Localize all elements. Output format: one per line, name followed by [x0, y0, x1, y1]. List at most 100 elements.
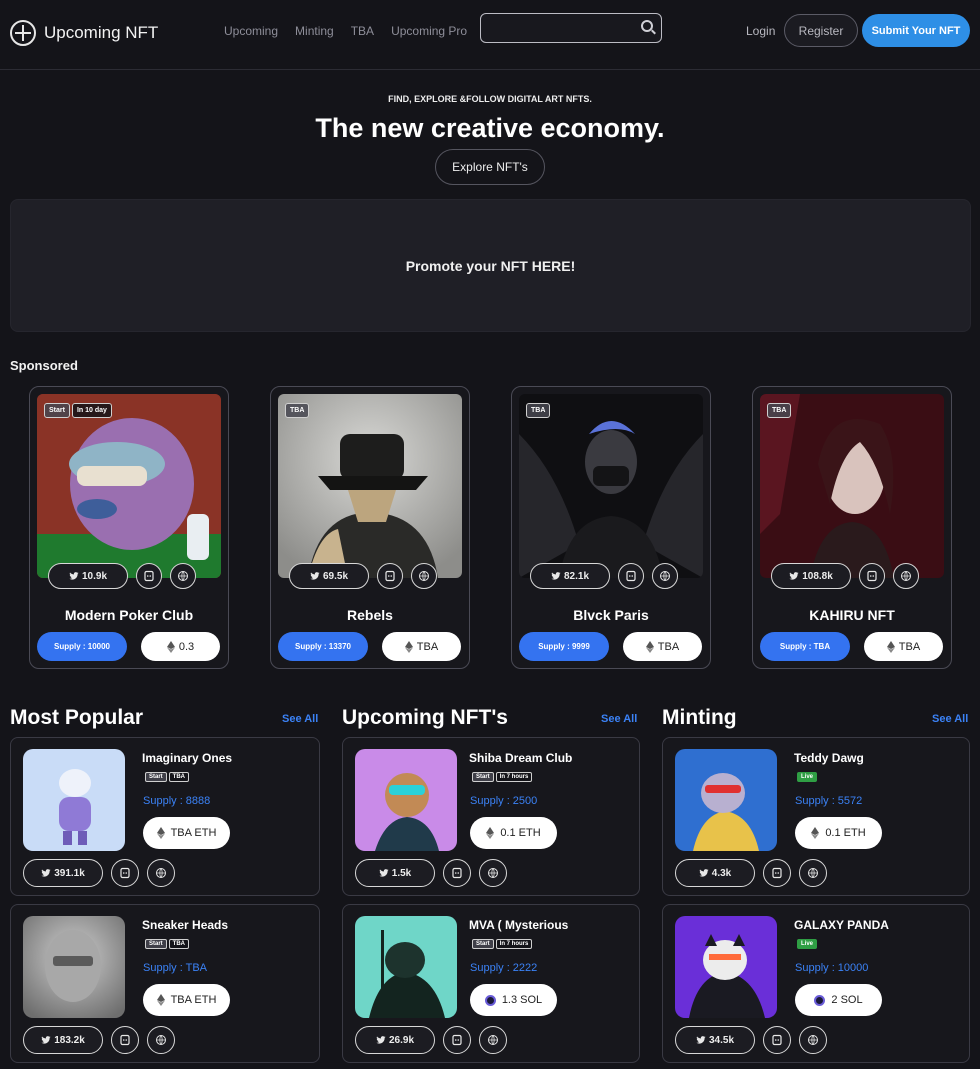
- sponsored-card[interactable]: TBA 69.5k Rebels Supply : 13370 TBA: [270, 386, 470, 669]
- status-badges: Start In 7 hours: [472, 939, 533, 949]
- website-button[interactable]: [147, 859, 175, 887]
- nav-minting[interactable]: Minting: [295, 24, 334, 38]
- see-all-link[interactable]: See All: [282, 713, 318, 725]
- list-card[interactable]: Shiba Dream Club Start In 7 hours Supply…: [342, 737, 640, 896]
- nft-name[interactable]: Shiba Dream Club: [469, 751, 572, 765]
- status-badges: Start TBA: [145, 772, 190, 782]
- nft-image[interactable]: [37, 394, 221, 578]
- discord-button[interactable]: [443, 1026, 471, 1054]
- globe-icon: [487, 867, 499, 879]
- supply-text: Supply : TBA: [143, 962, 207, 974]
- website-button[interactable]: [799, 1026, 827, 1054]
- sponsored-card[interactable]: TBA 82.1k Blvck Paris Supply : 9999 TBA: [511, 386, 711, 669]
- website-button[interactable]: [147, 1026, 175, 1054]
- nft-name[interactable]: Rebels: [271, 607, 469, 623]
- nft-image[interactable]: [675, 749, 777, 851]
- social-row: 69.5k: [289, 563, 437, 589]
- sponsored-card[interactable]: Start In 10 day 10.9k Modern Poker Club …: [29, 386, 229, 669]
- twitter-count: 108.8k: [802, 570, 833, 582]
- discord-icon: [771, 867, 783, 879]
- twitter-followers-button[interactable]: 26.9k: [355, 1026, 435, 1054]
- nft-name[interactable]: Blvck Paris: [512, 607, 710, 623]
- promo-text: Promote your NFT HERE!: [405, 257, 576, 274]
- nft-image[interactable]: [760, 394, 944, 578]
- brand-logo[interactable]: Upcoming NFT: [10, 20, 158, 46]
- nft-image[interactable]: [23, 749, 125, 851]
- nft-name[interactable]: GALAXY PANDA: [794, 918, 889, 932]
- submit-nft-button[interactable]: Submit Your NFT: [862, 14, 970, 47]
- search-input[interactable]: [481, 14, 631, 41]
- promo-banner[interactable]: Promote your NFT HERE!: [10, 199, 971, 332]
- nft-image[interactable]: [23, 916, 125, 1018]
- discord-button[interactable]: [136, 563, 162, 589]
- nft-image[interactable]: [355, 749, 457, 851]
- register-button[interactable]: Register: [784, 14, 858, 47]
- website-button[interactable]: [479, 859, 507, 887]
- status-badge: Start: [44, 403, 70, 418]
- twitter-followers-button[interactable]: 183.2k: [23, 1026, 103, 1054]
- section-title-minting: Minting: [662, 706, 737, 729]
- price-pill: 0.3: [141, 632, 220, 661]
- discord-button[interactable]: [377, 563, 403, 589]
- globe-icon: [155, 867, 167, 879]
- website-button[interactable]: [479, 1026, 507, 1054]
- nav-tba[interactable]: TBA: [351, 24, 374, 38]
- nft-name[interactable]: Modern Poker Club: [30, 607, 228, 623]
- explore-nfts-button[interactable]: Explore NFT's: [435, 149, 545, 185]
- discord-button[interactable]: [618, 563, 644, 589]
- twitter-followers-button[interactable]: 34.5k: [675, 1026, 755, 1054]
- status-badge: TBA: [168, 772, 190, 782]
- discord-button[interactable]: [111, 1026, 139, 1054]
- search-box: [480, 13, 662, 43]
- discord-button[interactable]: [111, 859, 139, 887]
- discord-button[interactable]: [443, 859, 471, 887]
- globe-icon: [418, 570, 430, 582]
- twitter-followers-button[interactable]: 1.5k: [355, 859, 435, 887]
- discord-button[interactable]: [763, 1026, 791, 1054]
- nft-name[interactable]: Sneaker Heads: [142, 918, 228, 932]
- nft-image[interactable]: [355, 916, 457, 1018]
- status-badge: Start: [472, 939, 494, 949]
- twitter-followers-button[interactable]: 10.9k: [48, 563, 128, 589]
- list-card[interactable]: Sneaker Heads Start TBA Supply : TBA TBA…: [10, 904, 320, 1063]
- list-card[interactable]: GALAXY PANDA Live Supply : 10000 2 SOL 3…: [662, 904, 970, 1063]
- twitter-followers-button[interactable]: 391.1k: [23, 859, 103, 887]
- twitter-icon: [41, 1035, 51, 1045]
- twitter-count: 26.9k: [388, 1034, 415, 1046]
- discord-button[interactable]: [763, 859, 791, 887]
- search-icon[interactable]: [641, 20, 653, 32]
- twitter-followers-button[interactable]: 82.1k: [530, 563, 610, 589]
- website-button[interactable]: [799, 859, 827, 887]
- twitter-followers-button[interactable]: 4.3k: [675, 859, 755, 887]
- website-button[interactable]: [893, 563, 919, 589]
- nft-image[interactable]: [278, 394, 462, 578]
- status-badges: TBA: [526, 403, 551, 418]
- nft-name[interactable]: KAHIRU NFT: [753, 607, 951, 623]
- nft-image[interactable]: [519, 394, 703, 578]
- twitter-followers-button[interactable]: 69.5k: [289, 563, 369, 589]
- social-row: 391.1k: [23, 859, 175, 887]
- discord-button[interactable]: [859, 563, 885, 589]
- nav-upcoming-pro[interactable]: Upcoming Pro: [391, 24, 467, 38]
- website-button[interactable]: [411, 563, 437, 589]
- list-card[interactable]: Teddy Dawg Live Supply : 5572 0.1 ETH 4.…: [662, 737, 970, 896]
- twitter-followers-button[interactable]: 108.8k: [771, 563, 851, 589]
- website-button[interactable]: [170, 563, 196, 589]
- see-all-link[interactable]: See All: [932, 713, 968, 725]
- nft-image[interactable]: [675, 916, 777, 1018]
- nft-name[interactable]: Teddy Dawg: [794, 751, 864, 765]
- list-card[interactable]: MVA ( Mysterious Start In 7 hours Supply…: [342, 904, 640, 1063]
- nft-name[interactable]: Imaginary Ones: [142, 751, 232, 765]
- nft-name[interactable]: MVA ( Mysterious: [469, 918, 568, 932]
- login-link[interactable]: Login: [746, 24, 775, 38]
- twitter-icon: [41, 868, 51, 878]
- see-all-link[interactable]: See All: [601, 713, 637, 725]
- price-value: 0.1 ETH: [825, 827, 866, 839]
- nav-upcoming[interactable]: Upcoming: [224, 24, 278, 38]
- list-card[interactable]: Imaginary Ones Start TBA Supply : 8888 T…: [10, 737, 320, 896]
- sponsored-card[interactable]: TBA 108.8k KAHIRU NFT Supply : TBA TBA: [752, 386, 952, 669]
- hero-title: The new creative economy.: [315, 113, 665, 143]
- logo-icon: [10, 20, 36, 46]
- website-button[interactable]: [652, 563, 678, 589]
- section-title-upcoming: Upcoming NFT's: [342, 706, 508, 729]
